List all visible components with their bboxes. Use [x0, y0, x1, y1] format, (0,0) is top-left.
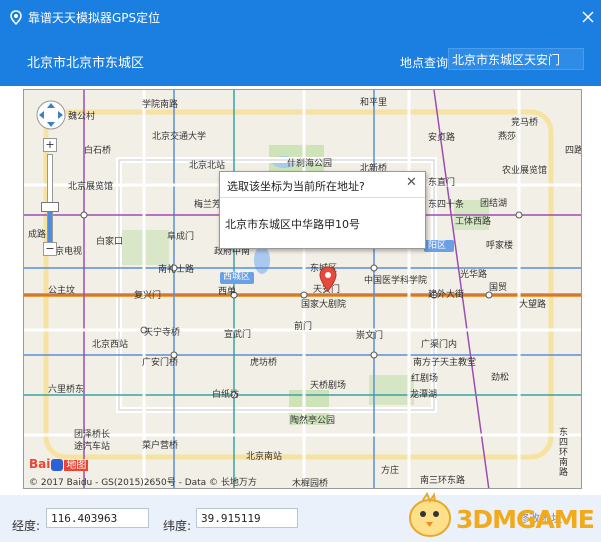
map-label: 魏公村	[68, 112, 96, 122]
zoom-out-button[interactable]: −	[43, 242, 57, 256]
map-label: 北京交通大学	[152, 132, 207, 142]
map-label: 阳区	[428, 241, 447, 251]
map-pan-control[interactable]	[36, 100, 66, 130]
baidu-logo-text: Bai	[29, 457, 51, 471]
search-input[interactable]	[448, 48, 584, 70]
map-label: 天宁寺桥	[144, 328, 181, 338]
map-label: 竞马桥	[511, 118, 539, 128]
map-label: 团结湖	[480, 199, 508, 209]
map-label: 广安门桥	[142, 358, 179, 368]
map-label: 途汽车站	[74, 442, 111, 452]
map-label: 燕莎	[498, 132, 517, 142]
map-label: 工体西路	[455, 217, 492, 227]
map-label: 学院南路	[142, 100, 179, 110]
latitude-label: 纬度:	[163, 519, 192, 533]
popup-question: 选取该坐标为当前所在地址?	[227, 180, 365, 193]
zoom-in-button[interactable]: +	[43, 138, 57, 152]
map-label: 复兴门	[134, 291, 162, 301]
map-label: 四路	[565, 146, 582, 156]
map-label: 东四环南路	[559, 428, 569, 478]
map-label: 东直门	[428, 178, 456, 188]
map-label: 大望路	[519, 300, 547, 310]
longitude-label: 经度:	[12, 519, 41, 533]
map-copyright: © 2017 Baidu - GS(2015)2650号 - Data © 长地…	[29, 478, 257, 488]
longitude-input[interactable]	[46, 508, 149, 528]
map-label: 成路	[28, 230, 47, 240]
close-icon[interactable]	[579, 8, 597, 26]
map-label: 天桥剧场	[310, 381, 347, 391]
map-label: 宣武门	[224, 330, 252, 340]
map-label: 梅兰芳	[194, 200, 222, 210]
zoom-level-fill	[48, 208, 52, 246]
map-label: 劲松	[491, 373, 510, 383]
map-label: 崇文门	[356, 331, 384, 341]
map-label: 西单	[218, 287, 237, 297]
map-label: 陶然亭公园	[290, 416, 336, 426]
map-label: 广渠门内	[421, 340, 458, 350]
map-label: 光华路	[460, 270, 488, 280]
popup-divider	[220, 197, 425, 198]
map-label: 红剧场	[411, 374, 439, 384]
baidu-logo-map-text: 地图	[64, 460, 89, 471]
map-view[interactable]: 学院南路 和平里 魏公村 竞马桥 北京交通大学 燕莎 安贞路 四路 白石桥 北京…	[23, 89, 582, 489]
current-location: 北京市北京市东城区	[27, 56, 145, 71]
confirm-popup: 选取该坐标为当前所在地址? ✕ 北京市东城区中华路甲10号	[219, 171, 426, 249]
map-label: 南三环东路	[420, 476, 466, 486]
map-label: 北京南站	[246, 452, 283, 462]
popup-close-icon[interactable]: ✕	[406, 175, 417, 190]
location-marker-icon[interactable]	[319, 266, 337, 292]
map-label: 白家口	[96, 237, 124, 247]
map-label: 木樨园桥	[292, 479, 329, 489]
map-label: 团泽桥长	[74, 430, 111, 440]
paw-icon	[51, 458, 64, 471]
map-label: 南礼士路	[158, 265, 195, 275]
map-label: 农业展览馆	[502, 166, 548, 176]
map-label: 白石桥	[84, 146, 112, 156]
watermark-chick-icon	[409, 492, 451, 537]
map-label: 北京展览馆	[68, 182, 114, 192]
map-label: 六里桥东	[48, 385, 85, 395]
map-label: 公主坟	[48, 286, 76, 296]
map-label: 北京西站	[92, 340, 129, 350]
baidu-map-logo: Bai 地图	[29, 456, 89, 471]
map-label: 建外大街	[428, 290, 465, 300]
map-label: 东四十条	[428, 200, 465, 210]
map-label: 西城区	[223, 272, 251, 282]
latitude-input[interactable]	[196, 508, 298, 528]
map-label: 什刹海公园	[287, 159, 333, 169]
map-label: 南方子天主教堂	[413, 358, 477, 368]
map-label: 国贸	[489, 283, 508, 293]
map-label: 中国医学科学院	[364, 276, 428, 286]
map-label: 安贞路	[428, 133, 456, 143]
map-label: 呼家楼	[486, 241, 514, 251]
map-label: 菜户营桥	[142, 441, 179, 451]
map-label: 方庄	[381, 466, 400, 476]
map-label: 阜成门	[167, 232, 195, 242]
map-label: 和平里	[360, 98, 388, 108]
map-label: 白纸坊	[212, 390, 240, 400]
map-label: 龙潭湖	[410, 390, 438, 400]
window-title: 靠谱天天模拟器GPS定位	[28, 11, 161, 25]
map-label: 前门	[294, 322, 313, 332]
map-label: 虎坊桥	[250, 358, 278, 368]
map-label: 国家大剧院	[301, 300, 347, 310]
zoom-slider-handle[interactable]	[41, 202, 59, 212]
popup-address[interactable]: 北京市东城区中华路甲10号	[225, 216, 360, 232]
watermark-text: 3DMGAME	[456, 505, 595, 534]
location-pin-icon	[10, 10, 22, 26]
